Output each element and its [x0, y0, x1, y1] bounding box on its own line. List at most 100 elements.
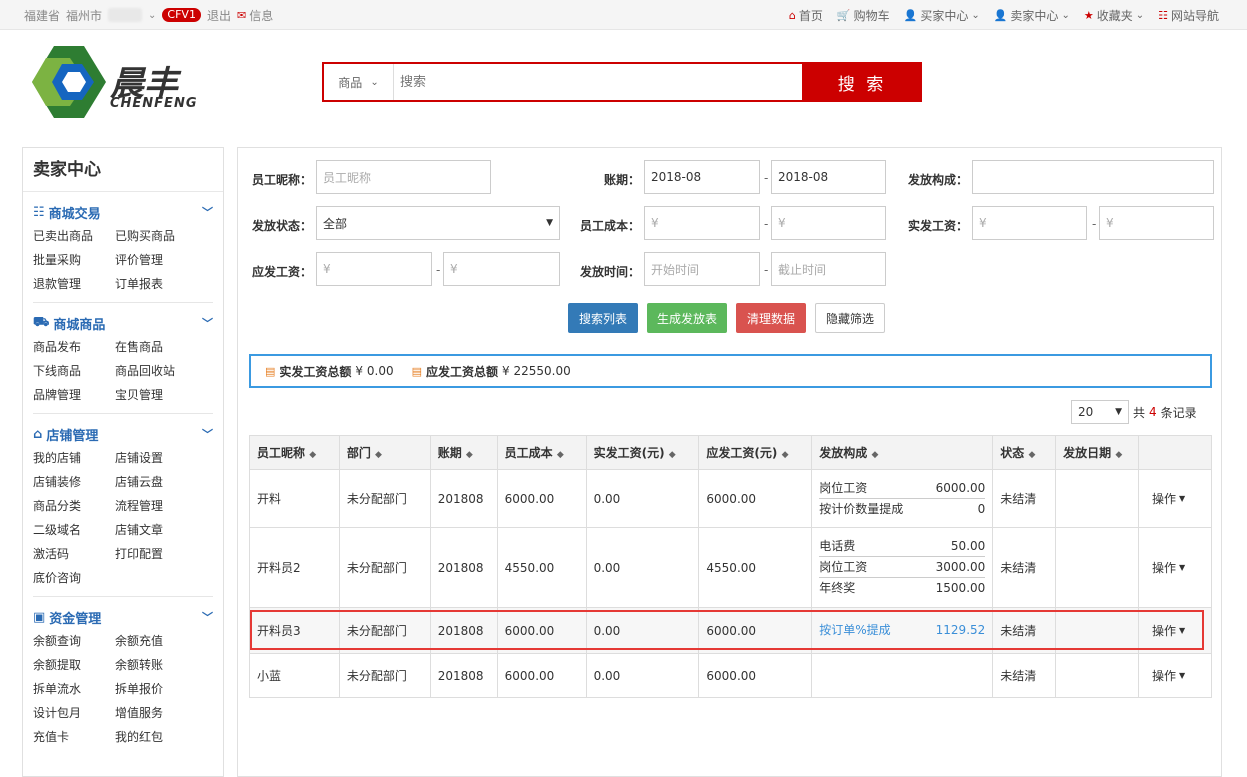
nickname-input[interactable]: 员工昵称: [316, 160, 491, 194]
sidebar-item[interactable]: 批量采购: [33, 248, 115, 272]
sidebar-item[interactable]: 评价管理: [115, 248, 197, 272]
sidebar-item[interactable]: 充值卡: [33, 725, 115, 749]
sidebar-item[interactable]: 店铺装修: [33, 470, 115, 494]
sort-icon[interactable]: ◆: [669, 450, 676, 460]
composition-input[interactable]: [972, 160, 1214, 194]
period-to-input[interactable]: 2018-08: [771, 160, 886, 194]
operation-dropdown[interactable]: 操作 ▼: [1152, 622, 1185, 639]
sidebar-item[interactable]: 品牌管理: [33, 383, 115, 407]
sort-icon[interactable]: ◆: [557, 450, 564, 460]
sidebar-item[interactable]: 拆单流水: [33, 677, 115, 701]
sidebar-item[interactable]: 店铺设置: [115, 446, 197, 470]
username-blurred[interactable]: [108, 8, 143, 22]
sidebar-item[interactable]: 下线商品: [33, 359, 115, 383]
sidebar-item[interactable]: 流程管理: [115, 494, 197, 518]
page-size-select[interactable]: 20 ▼: [1071, 400, 1129, 424]
column-header[interactable]: 部门 ◆: [338, 435, 431, 470]
column-header[interactable]: 应发工资(元) ◆: [698, 435, 813, 470]
actual-from-input[interactable]: ¥: [972, 206, 1087, 240]
sidebar-item[interactable]: 设计包月: [33, 701, 115, 725]
time-to-input[interactable]: 截止时间: [771, 252, 886, 286]
sidebar-item[interactable]: 余额转账: [115, 653, 197, 677]
column-header[interactable]: 账期 ◆: [429, 435, 498, 470]
search-category-select[interactable]: 商品 ⌄: [324, 64, 394, 100]
province[interactable]: 福建省: [24, 7, 60, 24]
sidebar-item[interactable]: 已卖出商品: [33, 224, 115, 248]
sidebar-group-header[interactable]: ☷ 商城交易 ﹀: [33, 202, 213, 222]
topnav-item-4[interactable]: ★ 收藏夹 ⌄: [1084, 7, 1144, 24]
period-from-input[interactable]: 2018-08: [644, 160, 760, 194]
sidebar-item[interactable]: 订单报表: [115, 272, 197, 296]
payable-from-input[interactable]: ¥: [316, 252, 432, 286]
topnav-item-0[interactable]: ⌂ 首页: [789, 7, 823, 24]
search-button[interactable]: 搜 索: [802, 63, 922, 101]
sidebar-item[interactable]: 我的红包: [115, 725, 197, 749]
sidebar-item[interactable]: 余额充值: [115, 629, 197, 653]
sidebar-item[interactable]: 商品发布: [33, 335, 115, 359]
composition-list: 按订单%提成 1129.52: [819, 620, 985, 641]
city[interactable]: 福州市: [66, 7, 102, 24]
sidebar-group-header[interactable]: ▣ 资金管理 ﹀: [33, 607, 213, 627]
time-from-input[interactable]: 开始时间: [644, 252, 760, 286]
sidebar-item[interactable]: 拆单报价: [115, 677, 197, 701]
generate-sheet-button[interactable]: 生成发放表: [647, 303, 727, 333]
table-cell: 6000.00: [698, 653, 813, 698]
topnav-item-3[interactable]: 👤 卖家中心 ⌄: [994, 7, 1070, 24]
sort-icon[interactable]: ◆: [466, 450, 473, 460]
sidebar-item[interactable]: 退款管理: [33, 272, 115, 296]
sort-icon[interactable]: ◆: [1028, 450, 1035, 460]
topnav-item-2[interactable]: 👤 买家中心 ⌄: [904, 7, 980, 24]
sort-icon[interactable]: ◆: [309, 450, 316, 460]
column-header[interactable]: 发放构成 ◆: [811, 435, 994, 470]
cost-to-input[interactable]: ¥: [771, 206, 886, 240]
search-input[interactable]: [394, 64, 802, 100]
operation-dropdown[interactable]: 操作 ▼: [1152, 559, 1185, 576]
composition-key: 岗位工资: [819, 560, 868, 574]
cost-from-input[interactable]: ¥: [644, 206, 760, 240]
sort-icon[interactable]: ◆: [1115, 450, 1122, 460]
sidebar-item[interactable]: 余额查询: [33, 629, 115, 653]
actual-label: 实发工资：: [908, 219, 969, 233]
sidebar-item[interactable]: 宝贝管理: [115, 383, 197, 407]
sidebar-item[interactable]: 店铺云盘: [115, 470, 197, 494]
topnav-item-1[interactable]: 🛒 购物车: [837, 7, 890, 24]
caret-down-icon: ▼: [1179, 671, 1186, 680]
hide-filter-button[interactable]: 隐藏筛选: [815, 303, 885, 333]
sidebar-item[interactable]: 商品回收站: [115, 359, 197, 383]
sidebar-item[interactable]: 店铺文章: [115, 518, 197, 542]
search-list-button[interactable]: 搜索列表: [568, 303, 638, 333]
table-header-row: 员工昵称 ◆ 部门 ◆ 账期 ◆ 员工成本 ◆ 实发工资(元) ◆ 应发工资(元) ◆ 发放…: [249, 435, 1212, 470]
sidebar-item[interactable]: 我的店铺: [33, 446, 115, 470]
sort-icon[interactable]: ◆: [871, 450, 878, 460]
payable-to-input[interactable]: ¥: [443, 252, 560, 286]
status-select[interactable]: 全部 ▼: [316, 206, 560, 240]
column-header[interactable]: 员工昵称 ◆: [249, 435, 340, 470]
clear-data-button[interactable]: 清理数据: [736, 303, 806, 333]
sidebar-item[interactable]: 在售商品: [115, 335, 197, 359]
logout-link[interactable]: 退出: [207, 7, 231, 24]
column-header[interactable]: 状态 ◆: [992, 435, 1057, 470]
sidebar-item[interactable]: 增值服务: [115, 701, 197, 725]
sidebar-item[interactable]: 打印配置: [115, 542, 197, 566]
sidebar-item[interactable]: 已购买商品: [115, 224, 197, 248]
chevron-down-icon[interactable]: ⌄: [148, 10, 156, 21]
operation-dropdown[interactable]: 操作 ▼: [1152, 490, 1185, 507]
sort-icon[interactable]: ◆: [375, 450, 382, 460]
sidebar-group-header[interactable]: ⌂ 店铺管理 ﹀: [33, 424, 213, 444]
sidebar-item[interactable]: 余额提取: [33, 653, 115, 677]
operation-dropdown[interactable]: 操作 ▼: [1152, 667, 1185, 684]
topnav-item-5[interactable]: ☷ 网站导航: [1158, 7, 1219, 24]
actual-to-input[interactable]: ¥: [1099, 206, 1214, 240]
column-header[interactable]: 员工成本 ◆: [496, 435, 587, 470]
message-link[interactable]: ✉ 信息: [237, 7, 273, 24]
column-header[interactable]: 发放日期 ◆: [1055, 435, 1140, 470]
sidebar-item[interactable]: 激活码: [33, 542, 115, 566]
logo[interactable]: 晨丰 CHENFENG: [24, 44, 224, 120]
sidebar-group-header[interactable]: ⛟ 商城商品 ﹀: [33, 313, 213, 333]
column-header[interactable]: 实发工资(元) ◆: [585, 435, 700, 470]
sidebar-item[interactable]: 商品分类: [33, 494, 115, 518]
sidebar-item[interactable]: 二级域名: [33, 518, 115, 542]
sidebar-item[interactable]: 底价咨询: [33, 566, 115, 590]
composition-item[interactable]: 按订单%提成 1129.52: [819, 620, 985, 641]
sort-icon[interactable]: ◆: [782, 450, 789, 460]
